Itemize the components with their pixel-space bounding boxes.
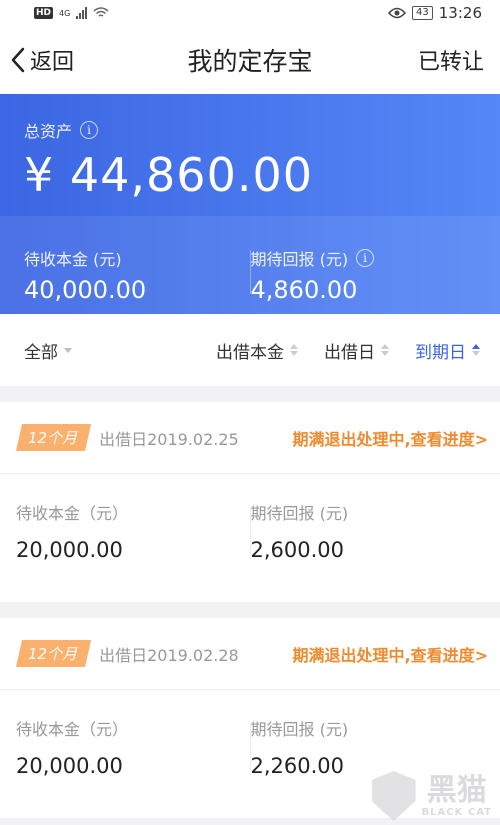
progress-link[interactable]: 期满退出处理中,查看进度>: [293, 642, 489, 666]
sort-principal-label: 出借本金: [216, 342, 284, 363]
status-bar: HD 4G 43 13:26: [0, 0, 500, 26]
sort-icon: [290, 344, 298, 356]
card-return: 期待回报 (元) 2,260.00: [251, 716, 485, 778]
card-principal-label: 待收本金（元）: [16, 504, 129, 523]
total-assets-label-row: 总资产 i: [24, 118, 476, 142]
wifi-icon: [93, 7, 109, 17]
sort-by-principal[interactable]: 出借本金: [216, 338, 298, 363]
filter-all-dropdown[interactable]: 全部: [24, 338, 72, 363]
term-tag: 12个月: [16, 424, 92, 451]
filter-bar: 全部 出借本金 出借日 到期日: [0, 314, 500, 386]
nav-bar: 返回 我的定存宝 已转让: [0, 26, 500, 94]
sort-due-date-label: 到期日: [415, 342, 466, 363]
card-header: 12个月 出借日2019.02.28 期满退出处理中,查看进度>: [0, 618, 500, 690]
sort-icon: [472, 344, 480, 356]
watermark-cn: 黑猫: [426, 772, 487, 808]
lend-date: 出借日2019.02.28: [99, 645, 239, 665]
card-body: 待收本金（元） 20,000.00 期待回报 (元) 2,600.00: [0, 474, 500, 562]
watermark-en: BLACK CAT: [421, 806, 492, 818]
card-return-label: 期待回报 (元): [250, 504, 349, 523]
back-button[interactable]: 返回: [10, 44, 74, 76]
network-type: 4G: [59, 8, 71, 18]
lend-date: 出借日2019.02.25: [99, 429, 239, 449]
asset-summary: 总资产 i ¥ 44,860.00 待收本金 (元) 40,000.00 期待回…: [0, 94, 500, 314]
transferred-button[interactable]: 已转让: [418, 44, 484, 76]
hd-badge: HD: [34, 7, 54, 19]
chevron-down-icon: [64, 347, 72, 353]
pending-principal-value: 40,000.00: [24, 276, 147, 304]
card-body: 待收本金（元） 20,000.00 期待回报 (元) 2,260.00: [0, 690, 500, 778]
watermark: 黑猫 BLACK CAT: [371, 771, 492, 821]
back-label: 返回: [30, 50, 75, 75]
card-principal-label: 待收本金（元）: [16, 720, 129, 739]
card-principal-value: 20,000.00: [16, 754, 123, 778]
expected-return-value: 4,860.00: [250, 276, 358, 304]
filter-all-label: 全部: [24, 342, 58, 363]
sort-lend-date-label: 出借日: [324, 342, 375, 363]
expected-return-label: 期待回报 (元): [250, 250, 349, 269]
card-principal: 待收本金（元） 20,000.00: [16, 500, 250, 562]
signal-icon: [76, 7, 88, 19]
card-return-value: 2,600.00: [250, 538, 345, 562]
total-assets-value: ¥ 44,860.00: [24, 148, 313, 202]
eye-icon: [388, 7, 407, 19]
black-cat-logo-icon: [371, 771, 416, 821]
investment-card[interactable]: 12个月 出借日2019.02.25 期满退出处理中,查看进度> 待收本金（元）…: [0, 402, 500, 602]
pending-principal-label: 待收本金 (元): [24, 250, 122, 269]
card-header: 12个月 出借日2019.02.25 期满退出处理中,查看进度>: [0, 402, 500, 474]
summary-breakdown: 待收本金 (元) 40,000.00 期待回报 (元) i 4,860.00: [0, 216, 500, 314]
term-tag: 12个月: [16, 640, 92, 667]
card-return: 期待回报 (元) 2,600.00: [251, 500, 485, 562]
chevron-left-icon: [11, 47, 25, 73]
sort-by-due-date[interactable]: 到期日: [415, 338, 480, 363]
pending-principal: 待收本金 (元) 40,000.00: [24, 246, 250, 314]
watermark-text: 黑猫 BLACK CAT: [421, 772, 492, 818]
info-icon[interactable]: i: [356, 249, 375, 267]
sort-icon: [381, 344, 389, 356]
clock: 13:26: [438, 4, 482, 22]
battery-indicator: 43: [412, 6, 433, 20]
total-assets-label: 总资产: [24, 122, 73, 141]
status-left: HD 4G: [34, 7, 109, 19]
status-right: 43 13:26: [388, 4, 482, 22]
expected-return: 期待回报 (元) i 4,860.00: [251, 246, 477, 314]
card-principal: 待收本金（元） 20,000.00: [16, 716, 250, 778]
card-return-label: 期待回报 (元): [250, 720, 349, 739]
card-principal-value: 20,000.00: [16, 538, 123, 562]
progress-link[interactable]: 期满退出处理中,查看进度>: [293, 426, 489, 450]
sort-by-lend-date[interactable]: 出借日: [324, 338, 389, 363]
info-icon[interactable]: i: [80, 121, 99, 139]
expected-return-label-row: 期待回报 (元) i: [251, 246, 477, 270]
